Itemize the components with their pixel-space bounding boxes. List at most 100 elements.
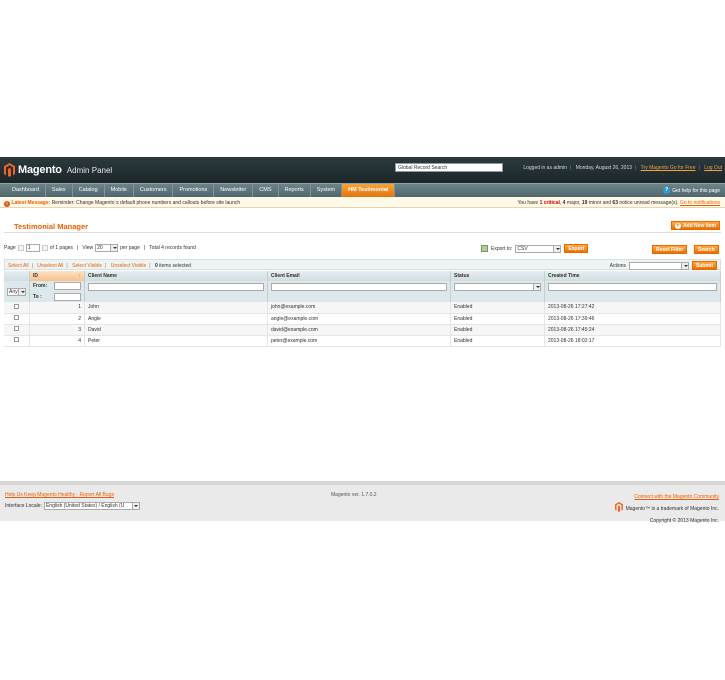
cell-client-name: David	[84, 324, 268, 336]
locale-select[interactable]: English (United States) / English (U	[43, 502, 140, 510]
row-checkbox[interactable]	[14, 337, 19, 342]
nav-dashboard[interactable]: Dashboard	[6, 184, 46, 197]
notice-label: Latest Message:	[11, 200, 51, 206]
filter-status-select[interactable]	[454, 283, 541, 291]
row-checkbox[interactable]	[14, 315, 19, 320]
per-page-select[interactable]: 20	[95, 244, 119, 252]
chevron-down-icon	[553, 245, 561, 252]
nav-cms[interactable]: CMS	[253, 184, 279, 197]
nav-customers[interactable]: Customers	[134, 184, 174, 197]
community-link[interactable]: Connect with the Magento Community	[634, 494, 719, 500]
filter-massaction-select[interactable]: Any	[7, 287, 26, 296]
nav-mobile[interactable]: Mobile	[105, 184, 134, 197]
filter-any-value: Any	[9, 288, 18, 295]
filter-name-input[interactable]	[88, 283, 264, 291]
sort-arrow-icon: ↑	[78, 273, 82, 279]
cell-id: 1	[29, 302, 85, 314]
search-button[interactable]: Search	[694, 245, 719, 254]
cell-client-email: peter@example.com	[267, 335, 451, 347]
chevron-down-icon	[533, 284, 540, 290]
cell-created-time: 2013-08-26 17:27:42	[544, 302, 721, 314]
unselect-visible-link[interactable]: Unselect Visible	[111, 263, 146, 269]
notice-count-label: notice unread message(s).	[619, 200, 679, 206]
table-row[interactable]: 2 Angle angle@example.com Enabled 2013-0…	[4, 313, 721, 325]
locale-label: Interface Locale:	[5, 503, 42, 509]
column-header-client-name[interactable]: Client Name	[84, 271, 268, 281]
alert-icon: !	[4, 201, 10, 207]
plus-icon: +	[674, 222, 681, 229]
nav-sales[interactable]: Sales	[46, 184, 73, 197]
cell-created-time: 2013-08-26 17:45:24	[544, 324, 721, 336]
cell-client-name: Angle	[84, 313, 268, 325]
nav-newsletter[interactable]: Newsletter	[214, 184, 254, 197]
filter-email-cell	[267, 281, 451, 302]
filter-id-to-input[interactable]	[54, 293, 81, 301]
filter-row: Any From: To :	[4, 281, 721, 302]
notice-summary: You have 1 critical, 4 major, 19 minor a…	[517, 200, 720, 206]
actions-select[interactable]	[629, 261, 690, 270]
massaction-bar: Select All | Unselect All | Select Visible…	[4, 259, 721, 270]
logout-link[interactable]: Log Out	[704, 165, 722, 171]
minor-label: minor and	[588, 200, 612, 206]
table-row[interactable]: 1 John john@example.com Enabled 2013-08-…	[4, 302, 721, 314]
try-magento-go-link[interactable]: Try Magento Go for Free	[641, 165, 696, 171]
filter-status-cell	[450, 281, 545, 302]
global-search-input[interactable]: Global Record Search	[395, 163, 503, 172]
nav-system[interactable]: System	[311, 184, 343, 197]
column-header-status[interactable]: Status	[450, 271, 545, 281]
export-format-value: CSV	[517, 245, 528, 252]
page-title: Testimonial Manager	[14, 222, 89, 231]
filter-created-input[interactable]	[548, 283, 717, 291]
cell-created-time: 2013-08-26 18:02:17	[544, 335, 721, 347]
trademark-text: Magento™ is a trademark of Magento Inc.	[625, 506, 719, 512]
next-page-arrow-icon[interactable]	[41, 245, 48, 251]
report-bugs-link[interactable]: Help Us Keep Magento Healthy - Report Al…	[5, 492, 114, 498]
unselect-all-link[interactable]: Unselect All	[37, 263, 63, 269]
cell-client-email: david@example.com	[267, 324, 451, 336]
grid-pager: Page 1 of 1 pages | View 20 per page | T…	[4, 244, 196, 252]
of-pages-text: of 1 pages	[49, 245, 74, 251]
export-button[interactable]: Export	[564, 244, 589, 253]
per-page-label: per page	[120, 245, 140, 251]
submit-button[interactable]: Submit	[692, 261, 717, 270]
nav-hm-testimonial[interactable]: HM Testimonial	[342, 184, 396, 197]
page-number-input[interactable]: 1	[25, 244, 40, 252]
nav-catalog[interactable]: Catalog	[73, 184, 105, 197]
magento-logo[interactable]: Magento Admin Panel	[4, 163, 112, 177]
footer-right: Connect with the Magento Community Magen…	[614, 492, 719, 526]
massaction-actions: Actions Submit	[610, 261, 717, 270]
filter-email-input[interactable]	[271, 283, 447, 291]
reset-filter-button[interactable]: Reset Filter	[652, 245, 688, 254]
select-visible-link[interactable]: Select Visible	[72, 263, 102, 269]
logged-in-text: Logged in as admin	[523, 165, 567, 171]
filter-select-cell: Any	[4, 281, 30, 302]
go-to-notifications-link[interactable]: Go to notifications	[680, 200, 720, 206]
cell-status: Enabled	[450, 313, 545, 325]
column-header-id[interactable]: ID ↑	[29, 271, 85, 281]
magento-logo-icon	[4, 163, 15, 177]
nav-reports[interactable]: Reports	[279, 184, 311, 197]
magento-small-logo-icon	[614, 502, 623, 516]
column-header-client-email[interactable]: Client Email	[267, 271, 451, 281]
prev-page-arrow-icon[interactable]	[17, 245, 24, 251]
row-checkbox[interactable]	[14, 326, 19, 331]
row-checkbox-cell	[4, 302, 30, 314]
nav-promotions[interactable]: Promotions	[173, 184, 215, 197]
trademark-line: Magento™ is a trademark of Magento Inc.	[614, 502, 719, 516]
column-header-created-time[interactable]: Created Time	[544, 271, 721, 281]
export-icon	[481, 245, 488, 252]
locale-switcher: Interface Locale: English (United States…	[5, 502, 140, 510]
row-checkbox-cell	[4, 324, 30, 336]
header-user-info: Logged in as admin | Monday, August 26, 2…	[523, 165, 722, 171]
select-all-link[interactable]: Select All	[8, 263, 29, 269]
help-link-label: Get help for this page	[672, 187, 720, 194]
table-row[interactable]: 4 Peter peter@example.com Enabled 2013-0…	[4, 335, 721, 347]
export-format-select[interactable]: CSV	[515, 244, 562, 253]
filter-id-from-input[interactable]	[54, 282, 81, 290]
cell-client-name: Peter	[84, 335, 268, 347]
help-link[interactable]: ? Get help for this page	[663, 187, 720, 194]
row-checkbox[interactable]	[14, 303, 19, 309]
table-row[interactable]: 3 David david@example.com Enabled 2013-0…	[4, 324, 721, 336]
add-new-item-button[interactable]: + Add New Item	[670, 221, 720, 230]
chevron-down-icon	[131, 503, 139, 509]
